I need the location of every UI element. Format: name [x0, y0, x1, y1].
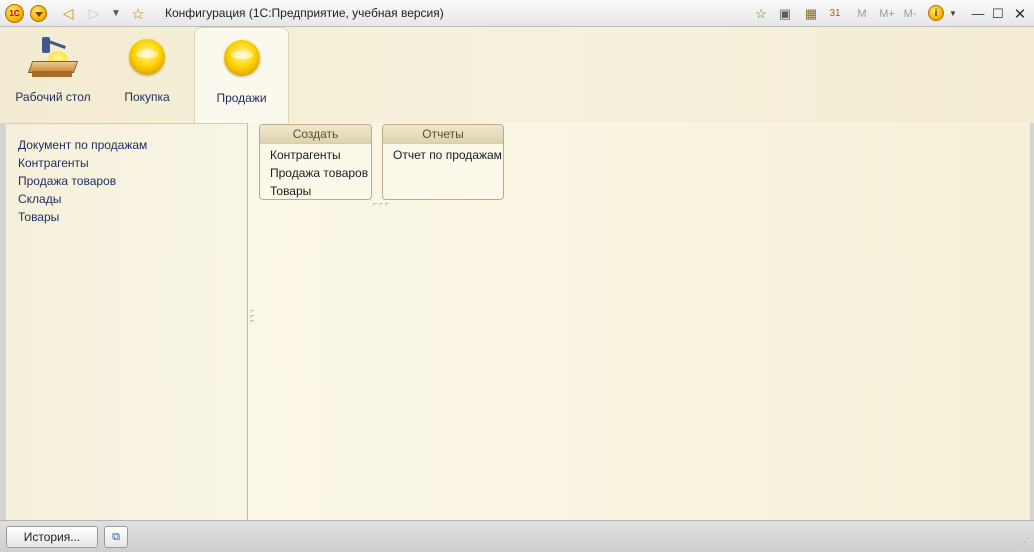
section-purchase[interactable]: Покупка: [102, 27, 192, 123]
reports-group: Отчеты Отчет по продажам: [382, 124, 504, 200]
section-label: Покупка: [124, 90, 170, 104]
desk-lamp-icon: [27, 37, 79, 79]
content-area: Документ по продажам Контрагенты Продажа…: [6, 123, 1030, 520]
memory-button-mminus[interactable]: M-: [900, 4, 920, 23]
back-arrow-icon[interactable]: ◁: [60, 4, 76, 23]
navigation-panel: Документ по продажам Контрагенты Продажа…: [6, 123, 248, 520]
sections-panel: Рабочий стол Покупка Продажи: [0, 27, 1034, 123]
info-dropdown-icon[interactable]: ▼: [948, 4, 958, 23]
info-icon[interactable]: i: [928, 5, 944, 21]
main-menu-button[interactable]: [30, 5, 47, 22]
app-logo-icon[interactable]: 1C: [5, 4, 24, 23]
history-dropdown-icon[interactable]: ▼: [108, 4, 124, 23]
nav-item-goods-sale[interactable]: Продажа товаров: [18, 172, 247, 190]
horizontal-splitter-grip[interactable]: ⌐ ⌐ ⌐: [373, 201, 389, 208]
gold-circle-icon: [223, 40, 260, 76]
create-goods-sale-link[interactable]: Продажа товаров: [270, 164, 371, 182]
memory-button-mplus[interactable]: M+: [876, 4, 898, 23]
section-desktop[interactable]: Рабочий стол: [8, 27, 98, 123]
calculator-icon[interactable]: ▦: [802, 4, 820, 23]
reports-group-title: Отчеты: [383, 125, 503, 144]
vertical-splitter-grip[interactable]: ⌐ ⌐ ⌐: [250, 308, 254, 325]
create-group-title: Создать: [260, 125, 371, 144]
forward-arrow-icon[interactable]: ▷: [86, 4, 102, 23]
nav-item-goods[interactable]: Товары: [18, 208, 247, 226]
add-favorite-icon[interactable]: ☆: [752, 4, 770, 23]
section-sales[interactable]: Продажи: [194, 27, 289, 123]
windows-list-icon[interactable]: ⧉: [104, 526, 128, 548]
close-icon[interactable]: ✕: [1010, 4, 1030, 23]
history-list-icon[interactable]: ▣: [776, 4, 794, 23]
resize-grip-icon[interactable]: ⋰: [1021, 538, 1031, 549]
nav-item-counterparties[interactable]: Контрагенты: [18, 154, 247, 172]
section-label: Рабочий стол: [15, 90, 91, 104]
nav-item-warehouses[interactable]: Склады: [18, 190, 247, 208]
memory-button-m[interactable]: M: [855, 4, 869, 23]
window-title: Конфигурация (1С:Предприятие, учебная ве…: [165, 6, 444, 20]
nav-item-sales-document[interactable]: Документ по продажам: [18, 136, 247, 154]
create-counterparty-link[interactable]: Контрагенты: [270, 146, 371, 164]
section-label: Продажи: [216, 91, 267, 105]
gold-circle-icon: [129, 39, 165, 75]
minimize-icon[interactable]: —: [968, 4, 988, 23]
sales-report-link[interactable]: Отчет по продажам: [393, 146, 503, 164]
status-bar: История... ⧉ ⋰: [0, 520, 1034, 552]
title-bar: 1C ◁ ▷ ▼ ☆ Конфигурация (1С:Предприятие,…: [0, 0, 1034, 27]
create-goods-link[interactable]: Товары: [270, 182, 371, 199]
calendar-icon[interactable]: 31: [826, 4, 844, 23]
maximize-icon[interactable]: ☐: [988, 4, 1008, 23]
favorites-star-icon[interactable]: ☆: [130, 4, 146, 23]
history-button[interactable]: История...: [6, 526, 98, 548]
create-group: Создать Контрагенты Продажа товаров Това…: [259, 124, 372, 200]
actions-area: Создать Контрагенты Продажа товаров Това…: [248, 123, 1030, 520]
